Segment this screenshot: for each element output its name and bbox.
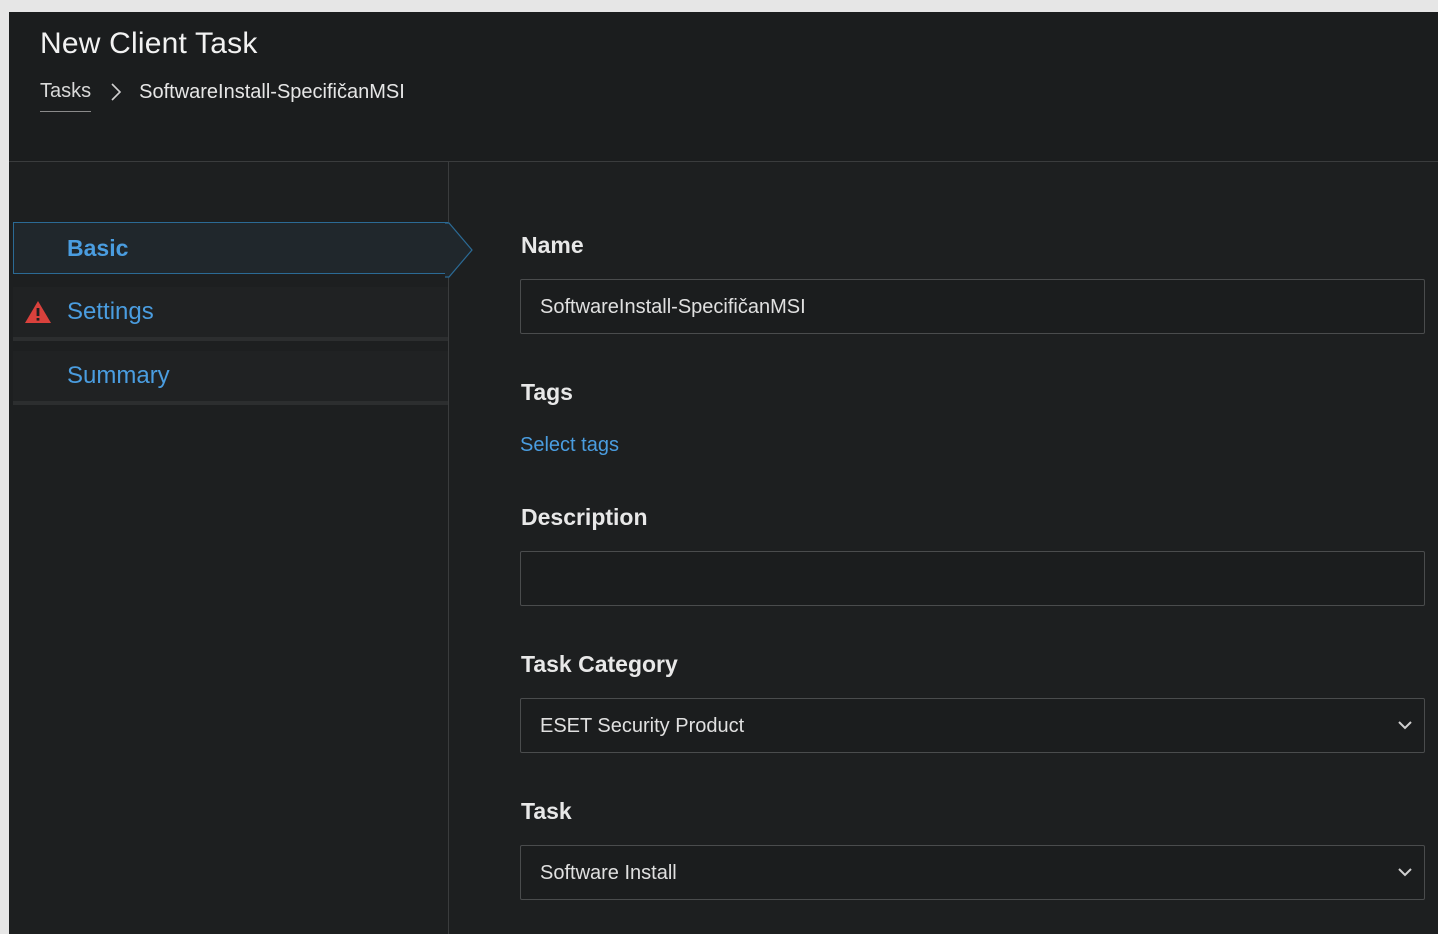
name-value: SoftwareInstall-SpecifičanMSI (540, 296, 806, 318)
sidebar-item-settings[interactable]: Settings (13, 287, 448, 341)
page-title: New Client Task (40, 27, 258, 60)
tags-label: Tags (521, 379, 573, 405)
task-select[interactable]: Software Install (520, 845, 1425, 900)
chevron-down-icon (1398, 868, 1412, 877)
sidebar-item-label: Settings (67, 298, 154, 325)
breadcrumb-current: SoftwareInstall-SpecifičanMSI (139, 80, 405, 103)
chevron-right-icon (111, 83, 122, 101)
task-category-label: Task Category (521, 651, 678, 677)
breadcrumb-tasks-link[interactable]: Tasks (40, 80, 92, 112)
sidebar-item-label: Summary (67, 362, 170, 389)
description-label: Description (521, 504, 648, 530)
task-label: Task (521, 798, 572, 824)
sidebar-item-label: Basic (67, 235, 129, 261)
description-field[interactable] (520, 551, 1425, 606)
client-task-window: New Client Task Tasks SoftwareInstall-Sp… (9, 12, 1438, 934)
task-category-value: ESET Security Product (540, 715, 745, 737)
name-label: Name (521, 232, 584, 258)
task-value: Software Install (540, 862, 677, 884)
warning-icon (25, 301, 51, 323)
sidebar-item-summary[interactable]: Summary (13, 351, 448, 405)
page-header: New Client Task Tasks SoftwareInstall-Sp… (9, 12, 1438, 162)
sidebar-item-basic[interactable]: Basic (13, 222, 448, 274)
select-tags-link[interactable]: Select tags (520, 434, 619, 457)
chevron-down-icon (1398, 721, 1412, 730)
task-category-select[interactable]: ESET Security Product (520, 698, 1425, 753)
breadcrumb: Tasks SoftwareInstall-SpecifičanMSI (40, 80, 405, 112)
wizard-sidebar: Basic Settings Summary (9, 162, 449, 934)
form-content: Name SoftwareInstall-SpecifičanMSI Tags … (449, 162, 1438, 934)
name-field[interactable]: SoftwareInstall-SpecifičanMSI (520, 279, 1425, 334)
